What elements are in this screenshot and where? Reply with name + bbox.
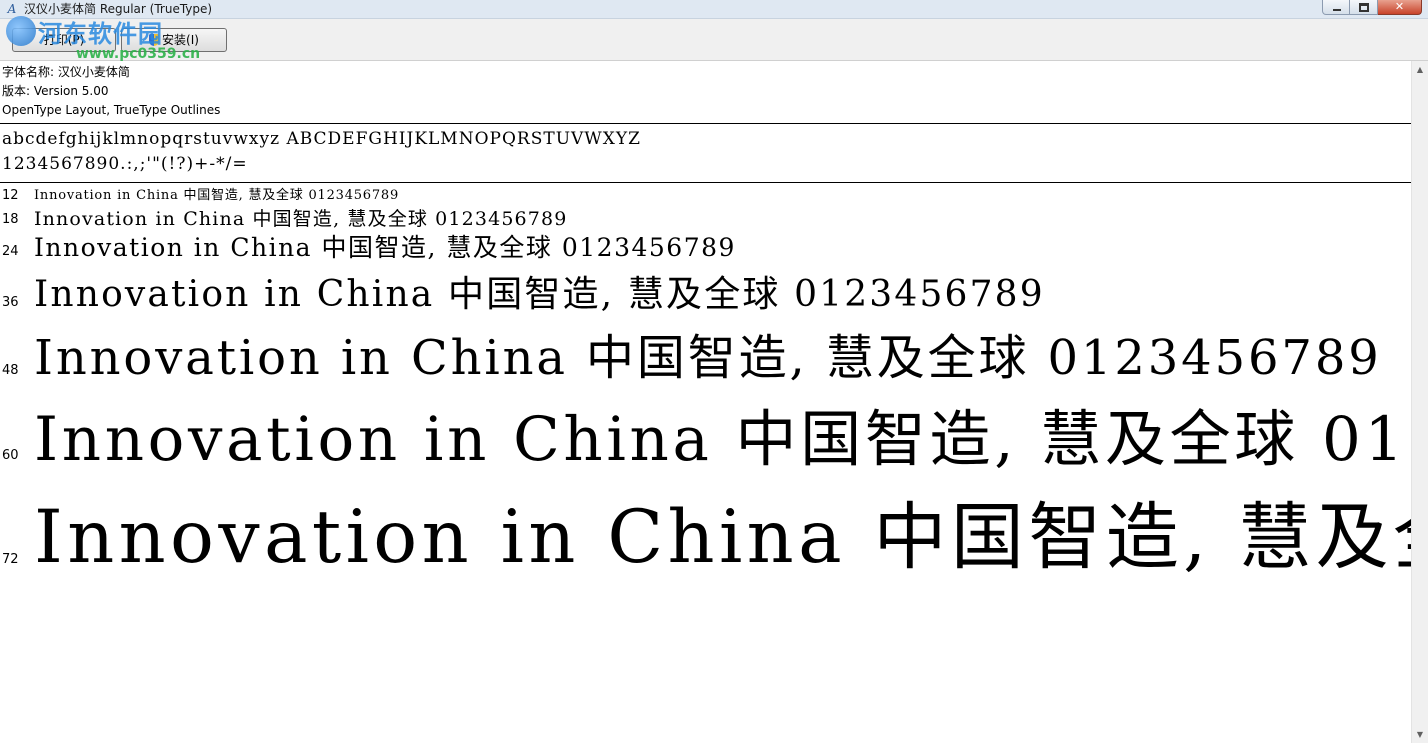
install-button[interactable]: 安装(I) bbox=[121, 28, 227, 52]
print-button-label: 打印(P) bbox=[43, 33, 85, 47]
sample-size-label: 18 bbox=[2, 212, 19, 227]
sample-text: Innovation in China 中国智造, 慧及全球 012345678… bbox=[34, 404, 1411, 475]
maximize-icon bbox=[1359, 3, 1369, 12]
scroll-down-arrow-icon[interactable]: ▼ bbox=[1412, 726, 1428, 743]
scroll-up-arrow-icon[interactable]: ▲ bbox=[1412, 61, 1428, 78]
font-name-line: 字体名称: 汉仪小麦体简 bbox=[2, 65, 130, 79]
uac-shield-icon bbox=[149, 34, 160, 46]
minimize-icon bbox=[1333, 9, 1341, 11]
font-preview-area: 字体名称: 汉仪小麦体简 版本: Version 5.00 OpenType L… bbox=[0, 61, 1411, 743]
sample-size-label: 48 bbox=[2, 363, 19, 378]
sample-text: Innovation in China 中国智造, 慧及全球 012345678… bbox=[34, 495, 1411, 580]
divider bbox=[0, 123, 1411, 124]
vertical-scrollbar[interactable]: ▲ ▼ bbox=[1411, 61, 1428, 743]
install-button-label: 安装(I) bbox=[162, 33, 199, 47]
print-button[interactable]: 打印(P) bbox=[12, 28, 116, 52]
charset-letters: abcdefghijklmnopqrstuvwxyz ABCDEFGHIJKLM… bbox=[2, 129, 641, 149]
sample-size-label: 60 bbox=[2, 448, 19, 463]
close-icon: ✕ bbox=[1394, 0, 1405, 13]
font-version-line: 版本: Version 5.00 bbox=[2, 84, 109, 98]
close-button[interactable]: ✕ bbox=[1378, 0, 1422, 15]
sample-text: Innovation in China 中国智造, 慧及全球 012345678… bbox=[34, 233, 736, 262]
divider bbox=[0, 182, 1411, 183]
sample-size-label: 12 bbox=[2, 188, 19, 203]
sample-size-label: 36 bbox=[2, 295, 19, 310]
sample-size-label: 72 bbox=[2, 552, 19, 567]
font-format-line: OpenType Layout, TrueType Outlines bbox=[2, 103, 221, 117]
minimize-button[interactable] bbox=[1322, 0, 1350, 15]
sample-text: Innovation in China 中国智造, 慧及全球 012345678… bbox=[34, 330, 1382, 386]
maximize-button[interactable] bbox=[1350, 0, 1378, 15]
toolbar: 打印(P) 安装(I) bbox=[0, 19, 1428, 61]
sample-text: Innovation in China 中国智造, 慧及全球 012345678… bbox=[34, 188, 399, 203]
sample-size-label: 24 bbox=[2, 244, 19, 259]
charset-symbols: 1234567890.:,;'"(!?)+-*/= bbox=[2, 154, 248, 174]
window-controls: ✕ bbox=[1322, 0, 1422, 16]
title-bar: A 汉仪小麦体简 Regular (TrueType) ✕ bbox=[0, 0, 1428, 19]
font-app-icon: A bbox=[7, 2, 17, 16]
sample-text: Innovation in China 中国智造, 慧及全球 012345678… bbox=[34, 208, 568, 230]
sample-text: Innovation in China 中国智造, 慧及全球 012345678… bbox=[34, 274, 1045, 315]
window-title: 汉仪小麦体简 Regular (TrueType) bbox=[24, 2, 213, 16]
